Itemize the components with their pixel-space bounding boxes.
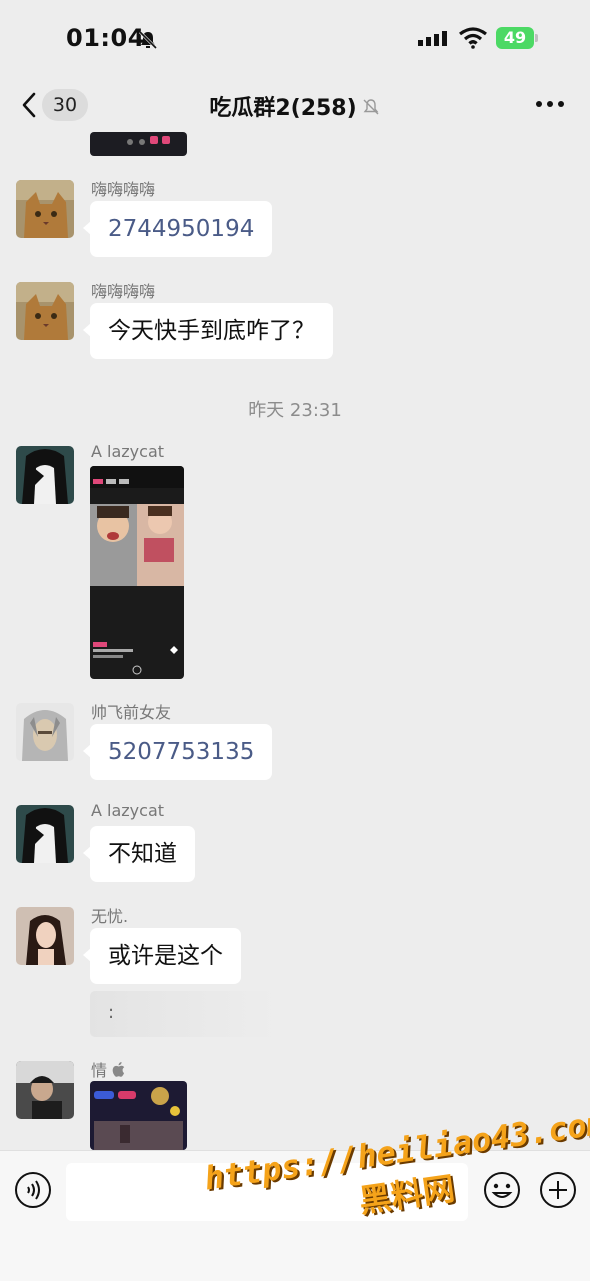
chat-header: 30 吃瓜群2(258) — [0, 80, 590, 132]
sender-name: A lazycat — [91, 801, 165, 820]
status-bar: 01:04 49 — [0, 0, 590, 80]
apple-logo-icon — [112, 1062, 125, 1077]
image-message-livestream[interactable] — [90, 466, 184, 679]
avatar-anime[interactable] — [16, 805, 74, 863]
avatar-man[interactable] — [16, 1061, 74, 1119]
cat-avatar-image — [16, 282, 74, 340]
sender-name: 无忧. — [91, 907, 129, 926]
battery-level: 49 — [503, 28, 527, 47]
message-bubble[interactable]: 今天快手到底咋了？ — [83, 303, 333, 359]
image-message-partial[interactable] — [90, 1081, 187, 1150]
sender-name: 帅飞前女友 — [91, 703, 172, 722]
battery-indicator: 49 — [496, 27, 534, 49]
anime-avatar-image — [16, 446, 74, 504]
avatar-cat[interactable] — [16, 282, 74, 340]
avatar-anime[interactable] — [16, 446, 74, 504]
group-title: 吃瓜群2(258) — [0, 90, 590, 122]
battery-nub — [535, 34, 538, 42]
sender-name: 情 — [91, 1057, 125, 1081]
more-options-icon[interactable] — [535, 98, 565, 110]
chat-timestamp: 昨天 23:31 — [248, 400, 342, 421]
group-title-text: 吃瓜群2(258) — [209, 96, 357, 121]
partial-screenshot-content — [94, 1087, 183, 1150]
avatar-cat[interactable] — [16, 180, 74, 238]
message-bubble[interactable]: 不知道 — [83, 826, 195, 882]
sender-name: A lazycat — [91, 442, 165, 461]
muted-bell-icon — [363, 99, 379, 115]
livestream-screenshot — [90, 466, 184, 675]
wifi-icon — [459, 27, 487, 49]
sender-name-text: 情 — [91, 1061, 108, 1080]
girl-avatar-image — [16, 907, 74, 965]
quoted-reply-block[interactable]: : — [90, 991, 276, 1037]
status-time: 01:04 — [66, 24, 145, 52]
cellular-signal-icon — [418, 31, 447, 50]
sender-name: 嗨嗨嗨嗨 — [91, 180, 156, 199]
voice-input-icon[interactable] — [14, 1171, 52, 1209]
anime-avatar-image — [16, 805, 74, 863]
quoted-reply-text: : — [108, 1002, 115, 1023]
cat-avatar-image — [16, 180, 74, 238]
silver-hair-avatar-image — [16, 703, 74, 761]
avatar-silver-hair[interactable] — [16, 703, 74, 761]
bell-muted-icon — [138, 30, 158, 50]
partial-image-content — [127, 136, 170, 145]
partial-image-message[interactable] — [90, 132, 187, 156]
message-bubble[interactable]: 2744950194 — [82, 201, 273, 257]
message-bubble[interactable]: 或许是这个 — [83, 928, 241, 984]
man-avatar-image — [16, 1061, 74, 1119]
message-bubble[interactable]: 5207753135 — [82, 724, 273, 780]
sender-name: 嗨嗨嗨嗨 — [91, 282, 156, 301]
avatar-girl[interactable] — [16, 907, 74, 965]
